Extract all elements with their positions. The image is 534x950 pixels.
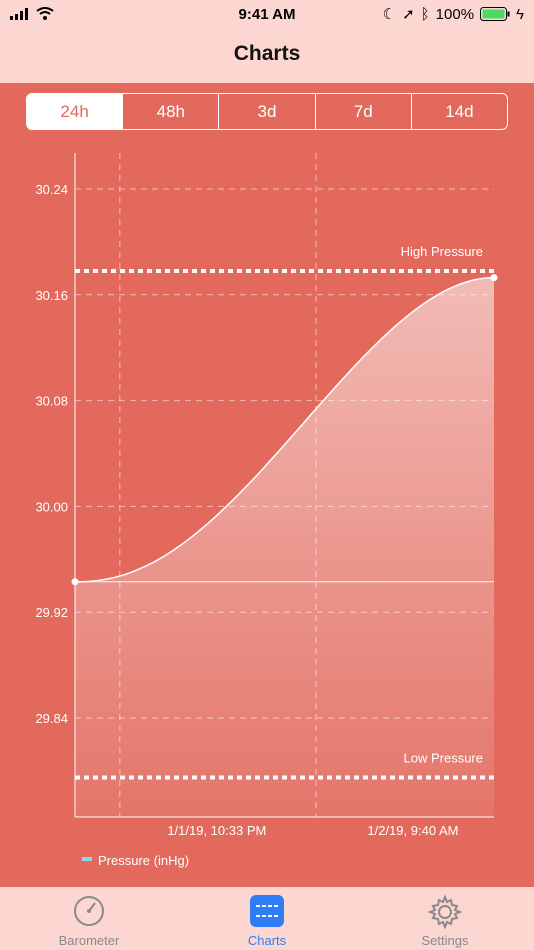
pressure-area [75,277,494,818]
y-tick-label: 30.00 [35,499,68,514]
low-pressure-label: Low Pressure [404,751,483,766]
charging-icon: ϟ [516,5,524,23]
x-tick-label: 1/2/19, 9:40 AM [367,823,458,838]
segment-7d[interactable]: 7d [314,94,411,129]
segment-48h[interactable]: 48h [122,94,218,129]
status-bar: 9:41 AM ☾ ➚ ᛒ 100% ϟ [0,0,534,30]
chart-icon [250,895,284,927]
x-tick-label: 1/1/19, 10:33 PM [167,823,266,838]
battery-percentage: 100% [435,5,475,23]
location-icon: ➚ [402,6,415,23]
battery-icon [480,7,510,21]
time-range-selector[interactable]: 24h 48h 3d 7d 14d [26,93,508,130]
segment-3d[interactable]: 3d [218,94,314,129]
tab-label-charts: Charts [247,933,287,948]
data-point-end [490,274,498,282]
legend-swatch [82,857,92,861]
y-tick-label: 29.84 [35,711,68,726]
legend: Pressure (inHg) [82,853,189,868]
segment-14d[interactable]: 14d [410,94,507,129]
tab-bar: Barometer Charts Settings [0,887,534,950]
legend-label: Pressure (inHg) [98,853,189,868]
gauge-icon [74,896,104,926]
nav-bar: Charts [0,30,534,83]
status-right: ☾ ➚ ᛒ 100% ϟ [382,5,524,24]
y-tick-label: 30.24 [35,182,68,197]
bluetooth-icon: ᛒ [420,5,430,23]
tab-settings[interactable]: Settings [356,887,534,950]
moon-icon: ☾ [382,6,397,23]
tab-barometer[interactable]: Barometer [0,887,178,950]
page-title: Charts [233,42,301,65]
gear-icon [428,895,462,929]
tab-label-barometer: Barometer [58,933,120,948]
high-pressure-label: High Pressure [401,244,483,259]
segment-24h[interactable]: 24h [27,94,123,129]
tab-label-settings: Settings [421,933,469,948]
pressure-chart: High Pressure Low Pressure 30.24 30.16 30.0… [35,153,498,868]
y-tick-label: 29.92 [35,605,68,620]
y-tick-label: 30.16 [35,288,68,303]
y-tick-label: 30.08 [35,394,68,409]
tab-charts[interactable]: Charts [178,887,356,950]
